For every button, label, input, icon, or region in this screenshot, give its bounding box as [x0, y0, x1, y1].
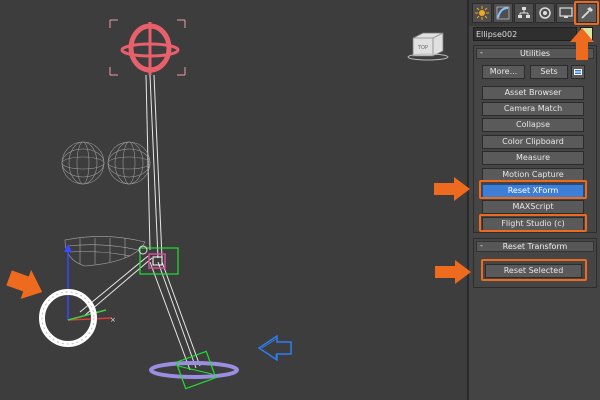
utility-button-flight-studio[interactable]: Flight Studio (c) [482, 217, 584, 231]
top-target-helper[interactable] [109, 19, 186, 76]
tab-motion[interactable] [535, 3, 555, 23]
viewcube-face-label: TOP [417, 45, 428, 51]
hierarchy-icon [518, 7, 530, 18]
modify-curve-icon [496, 6, 510, 20]
callout-arrow-utilities-tab [570, 28, 594, 60]
reset-transform-header[interactable]: - Reset Transform [476, 241, 594, 252]
tab-create[interactable] [472, 3, 492, 23]
hammer-icon [581, 7, 593, 19]
utility-button-reset-xform[interactable]: Reset XForm [482, 184, 584, 198]
callout-arrow-reset-selected [435, 260, 471, 284]
utility-button-asset-browser[interactable]: Asset Browser [482, 86, 584, 100]
transform-gizmo[interactable]: × [64, 244, 116, 324]
tab-modify[interactable] [493, 3, 513, 23]
utility-button-maxscript[interactable]: MAXScript [482, 200, 584, 214]
object-name-field[interactable]: Ellipse002 [473, 27, 577, 41]
direction-arrow-helper[interactable] [257, 334, 292, 362]
configure-sets-icon [574, 69, 582, 75]
tab-hierarchy[interactable] [514, 3, 534, 23]
reset-transform-rollout: - Reset Transform Reset Selected [473, 238, 597, 288]
sets-button[interactable]: Sets [530, 65, 568, 79]
configure-button-sets[interactable] [571, 65, 585, 79]
tab-utilities[interactable] [577, 3, 597, 23]
utility-button-motion-capture[interactable]: Motion Capture [482, 168, 584, 182]
command-panel-tabs [469, 0, 600, 26]
utility-button-collapse[interactable]: Collapse [482, 118, 584, 132]
more-button[interactable]: More... [482, 65, 525, 79]
eye-spheres[interactable] [61, 141, 151, 185]
reset-selected-button[interactable]: Reset Selected [485, 264, 582, 278]
tab-display[interactable] [556, 3, 576, 23]
perspective-viewport[interactable]: × TOP [0, 0, 467, 400]
svg-text:×: × [110, 316, 116, 324]
callout-arrow-reset-xform [434, 177, 470, 201]
display-icon [559, 7, 573, 18]
foot-controller[interactable] [149, 350, 239, 390]
elbow-control[interactable] [139, 247, 179, 275]
utility-button-measure[interactable]: Measure [482, 151, 584, 165]
hand-mesh[interactable] [64, 236, 146, 267]
sun-icon [475, 6, 489, 20]
reset-transform-title: Reset Transform [502, 242, 568, 251]
bone-chain [79, 74, 201, 371]
callout-arrow-ellipse [6, 269, 43, 300]
utility-button-color-clipboard[interactable]: Color Clipboard [482, 135, 584, 149]
utilities-rollout: - Utilities More... Sets Asset Browser C… [473, 45, 597, 233]
utility-button-camera-match[interactable]: Camera Match [482, 102, 584, 116]
scene-canvas[interactable]: × TOP [0, 0, 467, 400]
motion-icon [539, 7, 551, 19]
